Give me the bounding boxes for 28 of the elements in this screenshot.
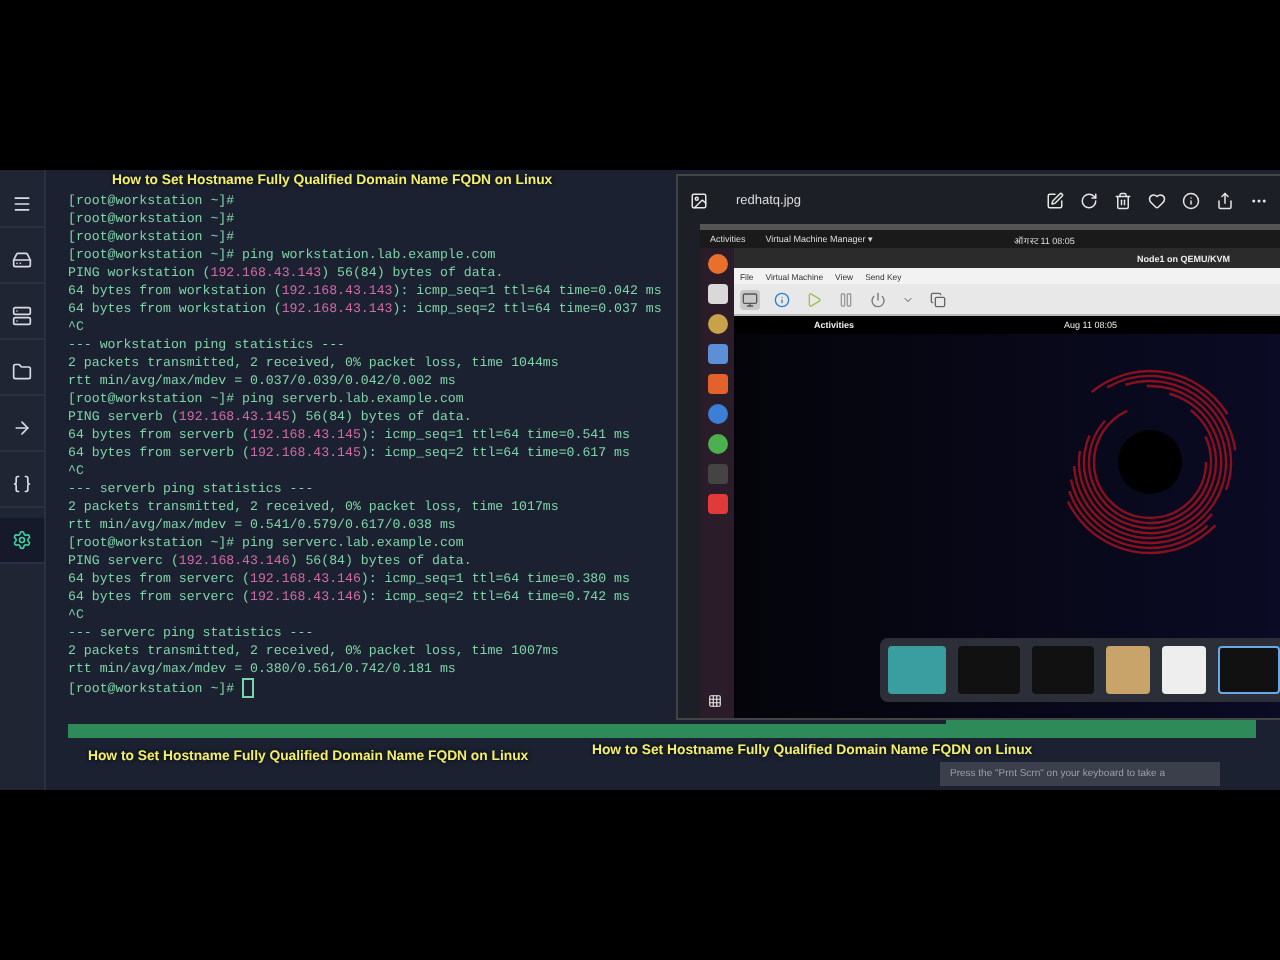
thumbnail-placeholder[interactable]	[958, 646, 1021, 694]
copy-icon	[928, 289, 948, 309]
thumbnail-placeholder[interactable]	[1162, 646, 1207, 694]
thumbnail-placeholder[interactable]	[1106, 646, 1151, 694]
monitor-icon	[740, 289, 760, 309]
app-grid-icon	[708, 694, 722, 708]
settings-icon	[12, 530, 32, 550]
braces-icon	[12, 474, 32, 494]
play-icon	[804, 289, 824, 309]
info-icon	[772, 289, 792, 309]
share-icon[interactable]	[1216, 191, 1234, 209]
power-icon	[868, 289, 888, 309]
edit-icon[interactable]	[1046, 191, 1064, 209]
pause-icon	[836, 289, 856, 309]
heart-icon[interactable]	[1148, 191, 1166, 209]
thumbnail-placeholder[interactable]	[1218, 646, 1280, 694]
terminal-cursor	[242, 678, 255, 698]
arrow-icon	[12, 418, 32, 438]
thumbnail-placeholder[interactable]	[1032, 646, 1095, 694]
settings-button[interactable]	[0, 518, 44, 564]
rotate-icon[interactable]	[1080, 191, 1098, 209]
folder-icon	[12, 362, 32, 382]
menu-icon	[12, 194, 32, 214]
image-icon	[690, 191, 708, 209]
server-icon	[12, 306, 32, 326]
info-icon[interactable]	[1182, 191, 1200, 209]
delete-icon[interactable]	[1114, 191, 1132, 209]
thumbnail-placeholder[interactable]	[888, 646, 947, 694]
